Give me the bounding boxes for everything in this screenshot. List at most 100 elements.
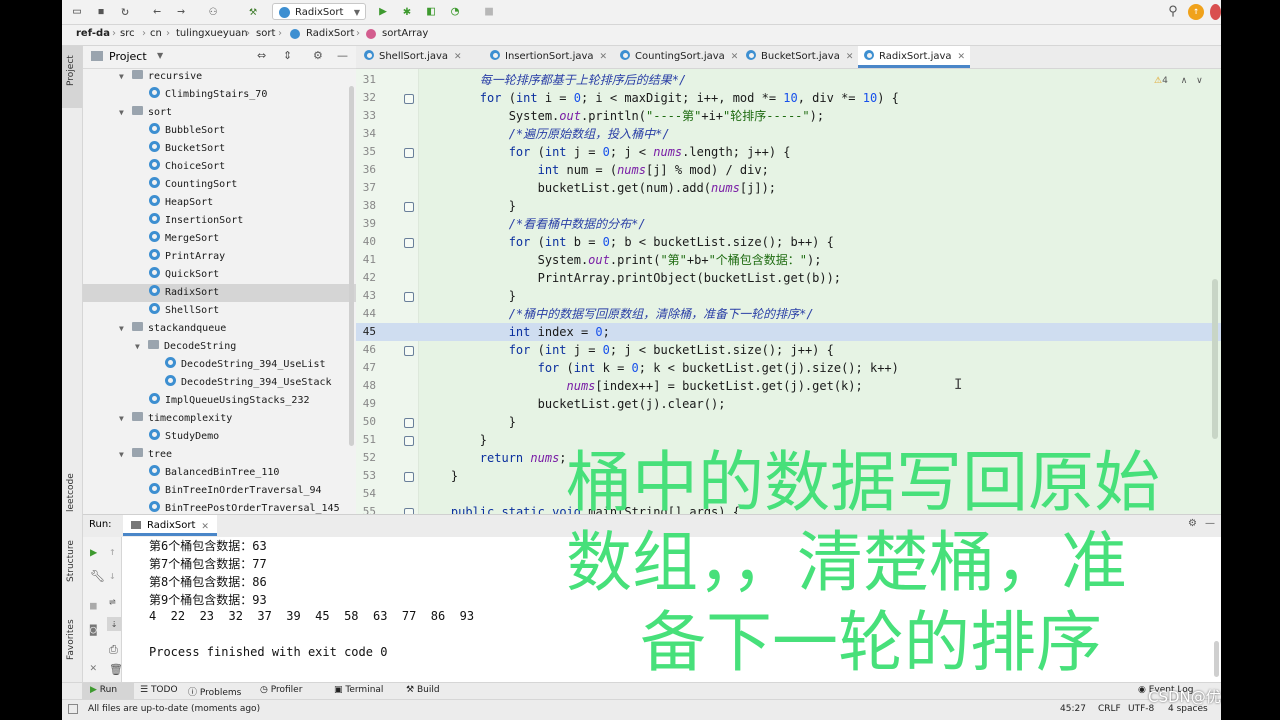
project-title[interactable]: Project	[109, 50, 147, 63]
down-icon[interactable]: ↓	[109, 569, 116, 582]
pin-icon[interactable]: ✕	[90, 661, 97, 674]
tab-shellsort[interactable]: ShellSort.java ✕	[358, 46, 484, 68]
toolwindow-build[interactable]: ⚒ Build	[406, 685, 440, 695]
forward-icon[interactable]: →	[172, 3, 190, 21]
chevron-down-icon[interactable]: ∨	[1196, 76, 1203, 86]
toolwindow-run[interactable]: ▶ Run	[90, 685, 117, 695]
toolwindow-problems[interactable]: ⓘ Problems	[188, 685, 241, 698]
run-tab[interactable]: RadixSort ✕	[123, 515, 217, 536]
breadcrumb-item[interactable]: sort	[256, 28, 275, 39]
up-icon[interactable]: ↑	[109, 545, 116, 558]
tree-folder[interactable]: ▼ DecodeString	[135, 338, 236, 356]
save-icon[interactable]: ▪	[92, 3, 110, 21]
gear-icon[interactable]: ⚙	[1188, 518, 1197, 529]
run-icon[interactable]: ▶	[374, 3, 392, 21]
stop-icon[interactable]: ■	[90, 599, 97, 612]
close-icon[interactable]: ✕	[201, 522, 209, 532]
caret-position[interactable]: 45:27	[1060, 704, 1086, 714]
tree-class-item[interactable]: QuickSort	[149, 266, 219, 284]
toolwindow-todo[interactable]: ☰ TODO	[140, 685, 178, 695]
chevron-down-icon[interactable]: ▼	[119, 320, 129, 338]
chevron-down-icon[interactable]: ▼	[157, 51, 163, 60]
tab-radixsort[interactable]: RadixSort.java ✕	[858, 46, 970, 68]
search-icon[interactable]: ⚲	[1164, 3, 1182, 21]
leetcode-side-label[interactable]: leetcode	[66, 473, 76, 512]
project-side-label[interactable]: Project	[66, 55, 76, 86]
tree-class-item[interactable]: BinTreeInOrderTraversal_94	[149, 482, 322, 500]
fold-marker-icon[interactable]	[404, 292, 414, 302]
tree-scrollbar[interactable]	[349, 86, 354, 446]
minimize-icon[interactable]: —	[1205, 518, 1215, 529]
tree-class-item[interactable]: BalancedBinTree_110	[149, 464, 279, 482]
tree-class-item[interactable]: DecodeString_394_UseList	[165, 356, 326, 374]
gear-icon[interactable]: ⚙	[313, 49, 323, 62]
breadcrumb-item[interactable]: ref-da	[76, 28, 110, 39]
close-icon[interactable]: ✕	[600, 52, 608, 62]
run-config-selector[interactable]: RadixSort ▼	[272, 3, 366, 20]
structure-side-label[interactable]: Structure	[66, 540, 76, 582]
tree-class-item[interactable]: RadixSort	[149, 284, 219, 302]
collapse-all-icon[interactable]: ⇔	[257, 49, 266, 62]
trash-icon[interactable]: 🗑︎	[109, 663, 123, 676]
toolwindow-profiler[interactable]: ◷ Profiler	[260, 685, 302, 695]
sync-icon[interactable]: ↻	[116, 3, 134, 21]
editor-scrollbar[interactable]	[1212, 279, 1218, 439]
fold-marker-icon[interactable]	[404, 472, 414, 482]
tree-class-item[interactable]: DecodeString_394_UseStack	[165, 374, 332, 392]
tab-countingsort[interactable]: CountingSort.java ✕	[614, 46, 740, 68]
breadcrumb-item[interactable]: src	[120, 28, 135, 39]
tree-class-item[interactable]: InsertionSort	[149, 212, 243, 230]
tree-folder[interactable]: ▼ timecomplexity	[119, 410, 232, 428]
tree-class-item[interactable]: BucketSort	[149, 140, 225, 158]
tree-class-item[interactable]: ChoiceSort	[149, 158, 225, 176]
debug-icon[interactable]: ✱	[398, 3, 416, 21]
tree-class-item[interactable]: HeapSort	[149, 194, 213, 212]
wrench-icon[interactable]: 🔧︎	[90, 569, 105, 583]
back-icon[interactable]: ←	[148, 3, 166, 21]
tree-folder[interactable]: ▼ tree	[119, 446, 172, 464]
tree-class-item[interactable]: BubbleSort	[149, 122, 225, 140]
chevron-up-icon[interactable]: ∧	[1181, 76, 1188, 86]
fold-marker-icon[interactable]	[404, 202, 414, 212]
inspection-widget[interactable]: ⚠4 ∧ ∨	[1154, 76, 1203, 86]
close-icon[interactable]: ✕	[958, 52, 966, 62]
fold-marker-icon[interactable]	[404, 436, 414, 446]
soft-wrap-icon[interactable]: ⇌	[109, 595, 116, 608]
tree-folder[interactable]: ▼ stackandqueue	[119, 320, 226, 338]
tree-class-item[interactable]: MergeSort	[149, 230, 219, 248]
tree-class-item[interactable]: BinTreePostOrderTraversal_145	[149, 500, 340, 514]
fold-marker-icon[interactable]	[404, 148, 414, 158]
chevron-down-icon[interactable]: ▼	[135, 338, 145, 356]
stop-icon[interactable]: ■	[480, 3, 498, 21]
chevron-down-icon[interactable]: ▼	[119, 68, 129, 86]
breadcrumb-item[interactable]: RadixSort	[306, 28, 354, 39]
close-icon[interactable]: ✕	[731, 52, 739, 62]
tree-folder[interactable]: ▼ sort	[119, 104, 172, 122]
scroll-to-end-icon[interactable]: ⇣	[107, 617, 121, 631]
profile-icon[interactable]: ◔	[446, 3, 464, 21]
chevron-down-icon[interactable]: ▼	[119, 446, 129, 464]
breadcrumb-item[interactable]: sortArray	[382, 28, 428, 39]
tree-class-item[interactable]: PrintArray	[149, 248, 225, 266]
tab-insertionsort[interactable]: InsertionSort.java ✕	[484, 46, 614, 68]
fold-marker-icon[interactable]	[404, 94, 414, 104]
fold-marker-icon[interactable]	[404, 418, 414, 428]
folder-icon[interactable]: ▭	[68, 3, 86, 21]
breadcrumb-item[interactable]: cn	[150, 28, 162, 39]
chevron-down-icon[interactable]: ▼	[119, 410, 129, 428]
build-hammer-icon[interactable]: ⚒	[244, 3, 262, 21]
minimize-icon[interactable]: —	[337, 49, 348, 62]
toolwindow-terminal[interactable]: ▣ Terminal	[334, 685, 383, 695]
fold-marker-icon[interactable]	[404, 238, 414, 248]
avatar-icon[interactable]	[1210, 4, 1221, 20]
close-icon[interactable]: ✕	[454, 52, 462, 62]
console-scrollbar[interactable]	[1214, 641, 1219, 677]
chevron-down-icon[interactable]: ▼	[119, 104, 129, 122]
tree-class-item[interactable]: ImplQueueUsingStacks_232	[149, 392, 310, 410]
close-icon[interactable]: ✕	[846, 52, 854, 62]
coverage-icon[interactable]: ◧	[422, 3, 440, 21]
fold-marker-icon[interactable]	[404, 346, 414, 356]
favorites-side-label[interactable]: Favorites	[66, 619, 76, 660]
tree-folder[interactable]: ▼ recursive	[119, 68, 202, 86]
print-icon[interactable]: ⎙	[109, 643, 118, 657]
